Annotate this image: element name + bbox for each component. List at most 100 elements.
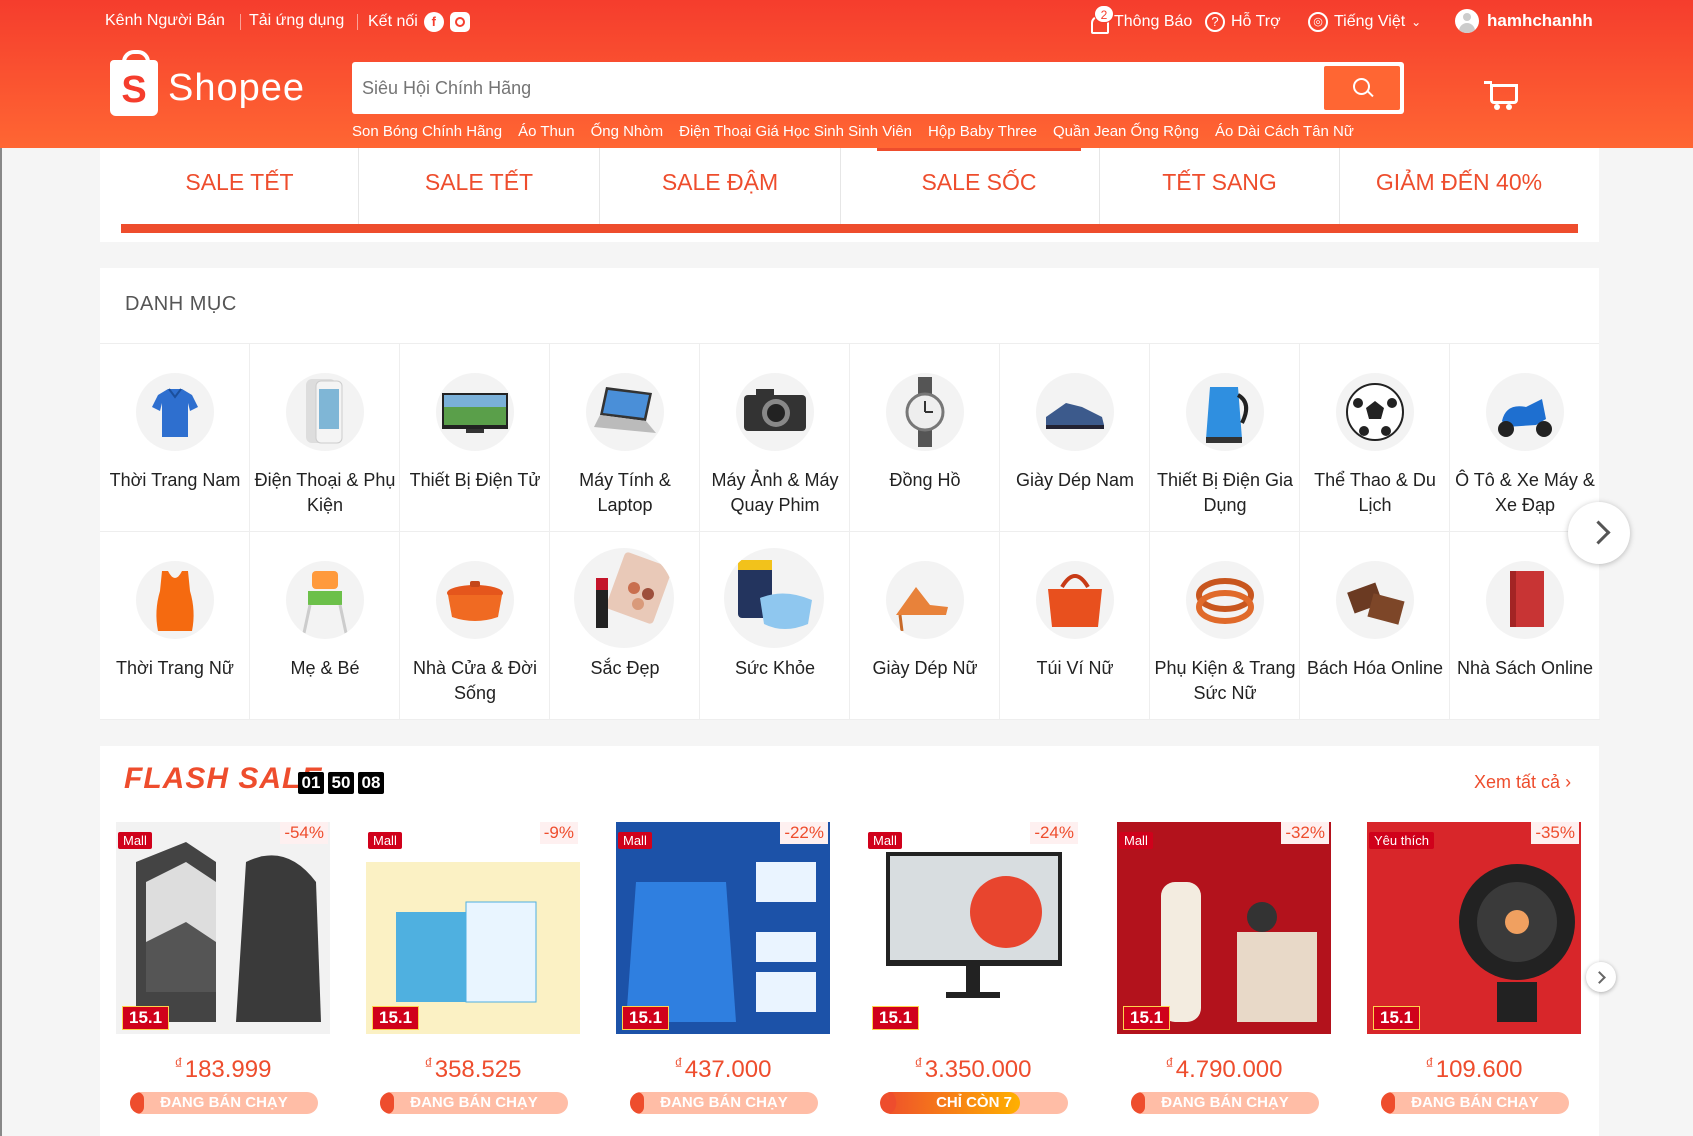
language-selector[interactable]: ◎ Tiếng Việt ⌄ bbox=[1308, 12, 1421, 32]
shoe-icon bbox=[1036, 373, 1114, 451]
sale-tab[interactable]: GIẢM ĐẾN 40% bbox=[1340, 148, 1578, 224]
chocolate-icon bbox=[1336, 561, 1414, 639]
category-item[interactable]: Bách Hóa Online bbox=[1300, 532, 1450, 720]
search-input[interactable] bbox=[362, 70, 1312, 106]
discount-badge: -24% bbox=[1030, 822, 1078, 844]
sale-tab[interactable]: SALE SỐC bbox=[859, 148, 1100, 224]
suggestion-link[interactable]: Son Bóng Chính Hãng bbox=[352, 123, 502, 140]
product-image: Mall -24% 15.1 bbox=[866, 822, 1080, 1034]
bracelet-icon bbox=[1186, 561, 1264, 639]
category-item[interactable]: Giày Dép Nữ bbox=[850, 532, 1000, 720]
category-label: Máy Ảnh & Máy Quay Phim bbox=[711, 470, 839, 515]
category-label: Nhà Cửa & Đời Sống bbox=[413, 658, 537, 703]
category-next-button[interactable] bbox=[1568, 502, 1630, 564]
category-label: Thời Trang Nữ bbox=[116, 658, 234, 678]
category-item[interactable]: Thiết Bị Điện Tử bbox=[400, 344, 550, 532]
makeup-icon bbox=[574, 548, 674, 648]
notifications-label: Thông Báo bbox=[1114, 13, 1193, 30]
sale-tab[interactable]: SALE TẾT bbox=[121, 148, 359, 224]
divider bbox=[240, 14, 241, 30]
promo-tag: 15.1 bbox=[1373, 1006, 1421, 1030]
category-item[interactable]: Phụ Kiện & Trang Sức Nữ bbox=[1150, 532, 1300, 720]
divider bbox=[841, 148, 859, 226]
notifications-link[interactable]: 2 Thông Báo bbox=[1088, 5, 1193, 34]
product-price: ₫4.790.000 bbox=[1165, 1056, 1283, 1083]
cart-icon[interactable] bbox=[1484, 78, 1518, 112]
search-button[interactable] bbox=[1324, 66, 1400, 110]
user-account[interactable]: hamhchanhh bbox=[1455, 9, 1593, 33]
shopping-bag-icon: S bbox=[110, 50, 158, 116]
download-app-link[interactable]: Tải ứng dụng bbox=[249, 12, 344, 30]
sale-tab[interactable]: SALE TẾT bbox=[359, 148, 600, 224]
category-item[interactable]: Thiết Bị Điện Gia Dụng bbox=[1150, 344, 1300, 532]
fire-icon bbox=[880, 1092, 897, 1113]
category-item[interactable]: Máy Tính & Laptop bbox=[550, 344, 700, 532]
product-price: ₫358.525 bbox=[424, 1056, 522, 1083]
product-price: ₫3.350.000 bbox=[914, 1056, 1032, 1083]
category-item[interactable]: Thời Trang Nữ bbox=[100, 532, 250, 720]
suggestion-link[interactable]: Hộp Baby Three bbox=[928, 123, 1037, 140]
sale-underline bbox=[121, 224, 1578, 233]
flash-sale-next-button[interactable] bbox=[1586, 962, 1616, 992]
category-item[interactable]: Sức Khỏe bbox=[700, 532, 850, 720]
category-label: Máy Tính & Laptop bbox=[579, 470, 671, 515]
notification-count-badge: 2 bbox=[1094, 5, 1114, 23]
suggestion-link[interactable]: Áo Dài Cách Tân Nữ bbox=[1215, 123, 1354, 140]
category-label: Thiết Bị Điện Gia Dụng bbox=[1156, 470, 1294, 515]
soccer-ball-icon bbox=[1336, 373, 1414, 451]
discount-badge: -35% bbox=[1531, 822, 1579, 844]
category-label: Giày Dép Nữ bbox=[872, 658, 978, 678]
tshirt-icon bbox=[136, 373, 214, 451]
category-item[interactable]: Giày Dép Nam bbox=[1000, 344, 1150, 532]
sales-progress-bar: ĐANG BÁN CHẠY bbox=[630, 1092, 818, 1114]
category-item[interactable]: Mẹ & Bé bbox=[250, 532, 400, 720]
product-image: Yêu thích -35% 15.1 bbox=[1367, 822, 1581, 1034]
category-item[interactable]: Nhà Cửa & Đời Sống bbox=[400, 532, 550, 720]
discount-badge: -9% bbox=[539, 822, 578, 844]
promo-tag: 15.1 bbox=[372, 1006, 420, 1030]
seller-channel-link[interactable]: Kênh Người Bán bbox=[105, 12, 225, 30]
suggestion-link[interactable]: Quần Jean Ống Rộng bbox=[1053, 123, 1199, 140]
search-suggestions: Son Bóng Chính Hãng Áo Thun Ống Nhòm Điệ… bbox=[352, 123, 1354, 140]
smartphone-icon bbox=[286, 373, 364, 451]
see-all-link[interactable]: Xem tất cả › bbox=[1474, 772, 1571, 793]
sale-tab[interactable]: TẾT SANG bbox=[1100, 148, 1340, 224]
suggestion-link[interactable]: Điện Thoại Giá Học Sinh Sinh Viên bbox=[679, 123, 912, 140]
mall-badge: Mall bbox=[368, 832, 402, 849]
category-item[interactable]: Thời Trang Nam bbox=[100, 344, 250, 532]
category-item[interactable]: Đồng Hồ bbox=[850, 344, 1000, 532]
product-image: Mall -9% 15.1 bbox=[366, 822, 580, 1034]
category-item[interactable]: Điện Thoại & Phụ Kiện bbox=[250, 344, 400, 532]
mall-badge: Mall bbox=[618, 832, 652, 849]
connect-group: Kết nối f bbox=[368, 12, 470, 32]
shopee-logo[interactable]: S Shopee bbox=[110, 50, 305, 116]
scooter-icon bbox=[1486, 373, 1564, 451]
section-title: DANH MỤC bbox=[125, 293, 237, 315]
category-item[interactable]: Thể Thao & Du Lịch bbox=[1300, 344, 1450, 532]
category-item[interactable]: Máy Ảnh & Máy Quay Phim bbox=[700, 344, 850, 532]
pot-icon bbox=[436, 561, 514, 639]
mall-badge: Mall bbox=[868, 832, 902, 849]
sales-progress-bar: ĐANG BÁN CHẠY bbox=[380, 1092, 568, 1114]
category-item[interactable]: Túi Ví Nữ bbox=[1000, 532, 1150, 720]
product-price: ₫437.000 bbox=[674, 1056, 772, 1083]
suggestion-link[interactable]: Ống Nhòm bbox=[591, 123, 664, 140]
timer-seconds: 08 bbox=[358, 772, 384, 794]
product-price: ₫109.600 bbox=[1425, 1056, 1523, 1083]
tank-top-icon bbox=[136, 561, 214, 639]
sale-tab[interactable]: SALE ĐẬM bbox=[600, 148, 841, 224]
suggestion-link[interactable]: Áo Thun bbox=[518, 123, 574, 140]
instagram-icon[interactable] bbox=[449, 12, 470, 32]
facebook-icon[interactable]: f bbox=[423, 12, 444, 32]
mall-badge: Mall bbox=[1119, 832, 1153, 849]
category-item[interactable]: Sắc Đẹp bbox=[550, 532, 700, 720]
help-link[interactable]: ? Hỗ Trợ bbox=[1205, 12, 1281, 32]
promo-tag: 15.1 bbox=[872, 1006, 920, 1030]
language-label: Tiếng Việt bbox=[1334, 13, 1406, 30]
category-item[interactable]: Nhà Sách Online bbox=[1450, 532, 1600, 720]
flash-sale-title: FLASH SALE bbox=[124, 762, 323, 795]
category-item[interactable]: Ô Tô & Xe Máy & Xe Đạp bbox=[1450, 344, 1600, 532]
category-label: Điện Thoại & Phụ Kiện bbox=[254, 470, 396, 515]
category-grid: Thời Trang Nam Điện Thoại & Phụ Kiện Thi… bbox=[100, 343, 1600, 720]
watch-icon bbox=[886, 373, 964, 451]
